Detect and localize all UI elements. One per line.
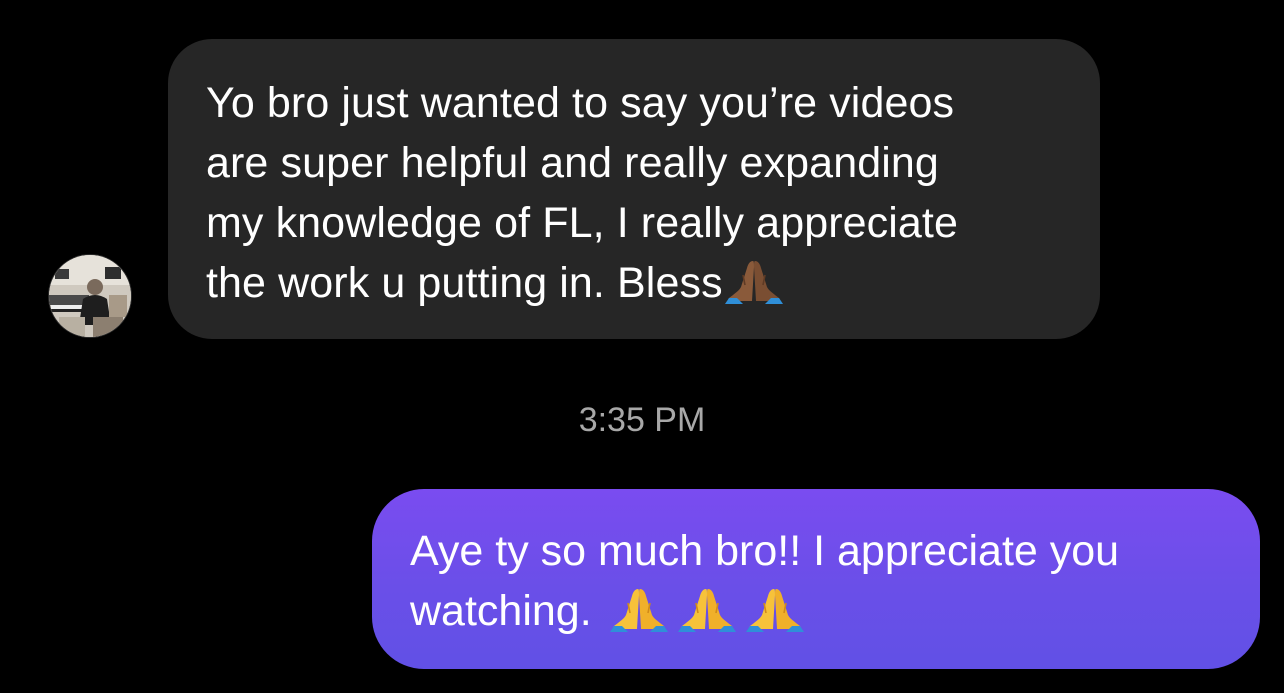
incoming-message-line: are super helpful and really expanding	[206, 139, 939, 187]
folded-hands-icon	[606, 585, 672, 633]
outgoing-message-text: watching.	[410, 587, 604, 635]
outgoing-message-bubble[interactable]: Aye ty so much bro!! I appreciate you wa…	[372, 489, 1260, 669]
folded-hands-icon	[742, 585, 808, 633]
incoming-message-bubble[interactable]: Yo bro just wanted to say you’re videos …	[168, 39, 1100, 339]
sender-avatar[interactable]	[49, 255, 131, 337]
message-timestamp: 3:35 PM	[578, 401, 706, 439]
message-thread: Yo bro just wanted to say you’re videos …	[0, 0, 1284, 693]
folded-hands-icon	[723, 257, 785, 305]
incoming-message-line: the work u putting in. Bless	[206, 253, 1062, 313]
sender-avatar-photo	[49, 255, 131, 337]
outgoing-message-line: watching.	[410, 581, 1224, 641]
folded-hands-icon	[674, 585, 740, 633]
outgoing-message-line: Aye ty so much bro!! I appreciate you	[410, 527, 1120, 575]
incoming-message-text: the work u putting in. Bless	[206, 259, 723, 307]
incoming-message-line: Yo bro just wanted to say you’re videos	[206, 79, 955, 127]
incoming-message-line: my knowledge of FL, I really appreciate	[206, 199, 958, 247]
